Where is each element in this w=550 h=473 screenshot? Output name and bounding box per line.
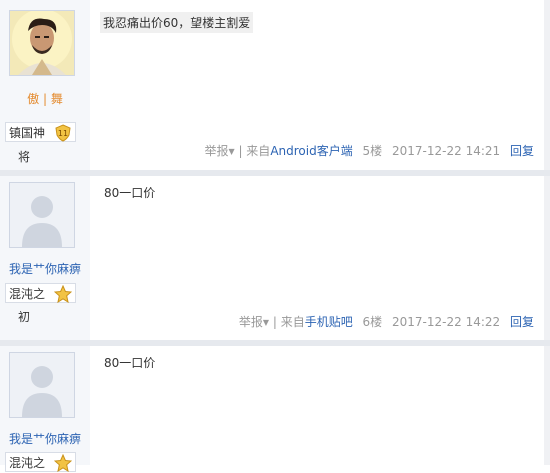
avatar[interactable] <box>9 182 75 248</box>
author-panel: 我是艹你麻痹 混沌之 初 <box>0 176 90 340</box>
username[interactable]: 傲 | 舞 <box>0 90 90 107</box>
scrollbar-track[interactable] <box>544 346 550 465</box>
username[interactable]: 我是艹你麻痹 <box>0 260 90 277</box>
source-link[interactable]: 手机贴吧 <box>305 315 353 329</box>
level-badge: 镇国神 11 <box>5 122 76 142</box>
level-badge: 混沌之 <box>5 452 76 472</box>
post-text: 80一口价 <box>104 186 156 200</box>
post-meta: 举报▼ | 来自手机贴吧 6楼 2017-12-22 14:22 回复 <box>239 313 534 330</box>
floor-number: 6楼 <box>362 315 383 329</box>
source-link[interactable]: Android客户端 <box>270 144 352 158</box>
svg-text:11: 11 <box>58 129 68 138</box>
username[interactable]: 我是艹你麻痹 <box>0 430 90 447</box>
author-panel: 我是艹你麻痹 混沌之 <box>0 346 90 472</box>
avatar[interactable] <box>9 352 75 418</box>
post-time: 2017-12-22 14:22 <box>392 315 501 329</box>
level-badge: 混沌之 <box>5 283 76 303</box>
floor-number: 5楼 <box>362 144 383 158</box>
post-content: 80一口价 <box>90 346 550 465</box>
scrollbar-track[interactable] <box>544 176 550 340</box>
star-icon <box>54 285 72 303</box>
level-suffix: 将 <box>18 150 31 164</box>
source-prefix: | 来自 <box>238 144 271 158</box>
post-text: 80一口价 <box>104 356 156 370</box>
chevron-down-icon[interactable]: ▼ <box>228 147 234 156</box>
avatar[interactable] <box>9 10 75 76</box>
post-floor-7: 我是艹你麻痹 混沌之 80一口价 <box>0 346 550 472</box>
post-meta: 举报▼ | 来自Android客户端 5楼 2017-12-22 14:21 回… <box>204 142 534 159</box>
chevron-down-icon[interactable]: ▼ <box>263 318 269 327</box>
source-prefix: | 来自 <box>272 315 305 329</box>
post-floor-6: 我是艹你麻痹 混沌之 初 80一口价 举报▼ | 来自手机贴吧 6楼 2017-… <box>0 176 550 340</box>
level-name: 镇国神 <box>9 126 46 140</box>
reply-link[interactable]: 回复 <box>510 315 534 329</box>
post-text: 我忍痛出价60，望楼主割爱 <box>100 12 254 33</box>
level-name: 混沌之 <box>9 456 46 470</box>
report-link[interactable]: 举报 <box>239 315 263 329</box>
post-floor-5: 傲 | 舞 镇国神 11 将 我忍痛出价60，望楼主割爱 举报▼ | 来自And… <box>0 0 550 170</box>
reply-link[interactable]: 回复 <box>510 144 534 158</box>
level-name: 混沌之 <box>9 287 46 301</box>
star-icon <box>54 454 72 472</box>
scrollbar-track[interactable] <box>544 0 550 170</box>
level-suffix: 初 <box>18 310 31 324</box>
post-time: 2017-12-22 14:21 <box>392 144 501 158</box>
report-link[interactable]: 举报 <box>204 144 228 158</box>
post-content: 我忍痛出价60，望楼主割爱 举报▼ | 来自Android客户端 5楼 2017… <box>90 0 550 170</box>
post-content: 80一口价 举报▼ | 来自手机贴吧 6楼 2017-12-22 14:22 回… <box>90 176 550 340</box>
level-shield-icon: 11 <box>55 124 71 142</box>
author-panel: 傲 | 舞 镇国神 11 将 <box>0 0 90 170</box>
